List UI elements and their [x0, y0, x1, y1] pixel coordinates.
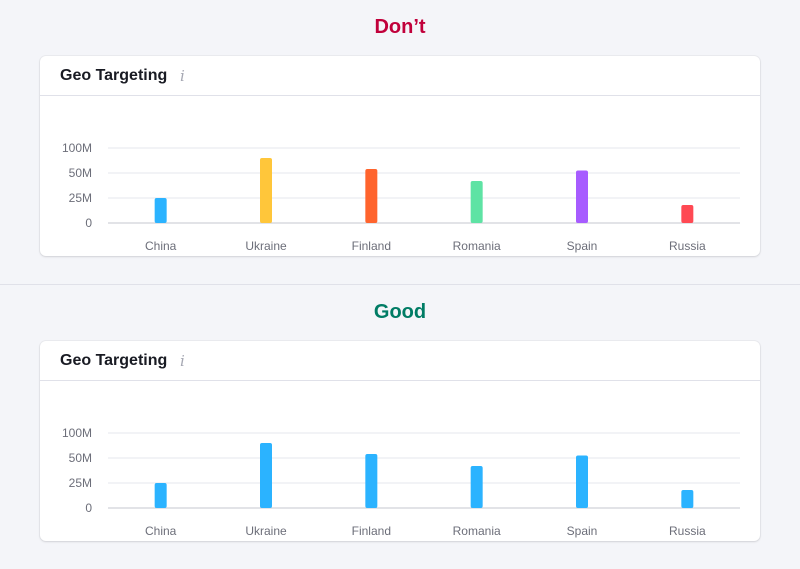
y-tick-label: 0 — [85, 501, 92, 515]
x-tick-label: Finland — [352, 524, 391, 538]
dont-section: Don’t Geo Targeting i 0 25M 50M 100M China Uk… — [0, 0, 800, 284]
x-tick-label: China — [145, 239, 177, 253]
bar-china[interactable] — [154, 198, 167, 223]
bar-spain[interactable] — [576, 170, 588, 224]
bar-ukraine[interactable] — [260, 158, 272, 223]
info-icon[interactable]: i — [180, 67, 185, 85]
bar-china[interactable] — [154, 483, 167, 508]
x-tick-label: Romania — [453, 239, 501, 253]
x-tick-label: Ukraine — [245, 239, 287, 253]
x-tick-label: Spain — [567, 524, 598, 538]
bar-chart: 0 25M 50M 100M China Ukraine Finland Romania Spa… — [62, 141, 740, 253]
chart-card: Geo Targeting i 0 25M 50M 100M China Ukraine F… — [40, 56, 760, 256]
verdict-label: Don’t — [374, 16, 426, 38]
y-tick-label: 0 — [85, 216, 92, 230]
bar-finland[interactable] — [365, 454, 378, 508]
good-section: Good Geo Targeting i 0 25M 50M 100M China Ukr… — [0, 285, 800, 569]
x-tick-label: Finland — [352, 239, 391, 253]
bar-finland[interactable] — [365, 169, 378, 223]
x-tick-label: Romania — [453, 524, 501, 538]
bar-romania[interactable] — [470, 181, 483, 223]
card-title: Geo Targeting — [60, 352, 168, 369]
x-tick-label: Russia — [669, 239, 706, 253]
y-tick-label: 25M — [69, 191, 92, 205]
bar-russia[interactable] — [681, 205, 694, 223]
chart-card: Geo Targeting i 0 25M 50M 100M China Ukraine F… — [40, 341, 760, 541]
bar-russia[interactable] — [681, 490, 694, 508]
bar-spain[interactable] — [576, 455, 588, 509]
x-tick-label: China — [145, 524, 177, 538]
y-tick-label: 50M — [69, 166, 92, 180]
info-icon[interactable]: i — [180, 352, 185, 370]
y-tick-label: 100M — [62, 141, 92, 155]
verdict-label: Good — [373, 301, 427, 323]
x-tick-label: Ukraine — [245, 524, 287, 538]
card-title: Geo Targeting — [60, 67, 168, 84]
y-tick-label: 100M — [62, 426, 92, 440]
bar-chart: 0 25M 50M 100M China Ukraine Finland Romania Spa… — [62, 426, 740, 538]
y-tick-label: 50M — [69, 451, 92, 465]
bar-romania[interactable] — [470, 466, 483, 508]
x-tick-label: Spain — [567, 239, 598, 253]
x-tick-label: Russia — [669, 524, 706, 538]
bar-ukraine[interactable] — [260, 443, 272, 508]
card-header: Geo Targeting i — [40, 341, 760, 381]
y-tick-label: 25M — [69, 476, 92, 490]
card-header: Geo Targeting i — [40, 56, 760, 96]
